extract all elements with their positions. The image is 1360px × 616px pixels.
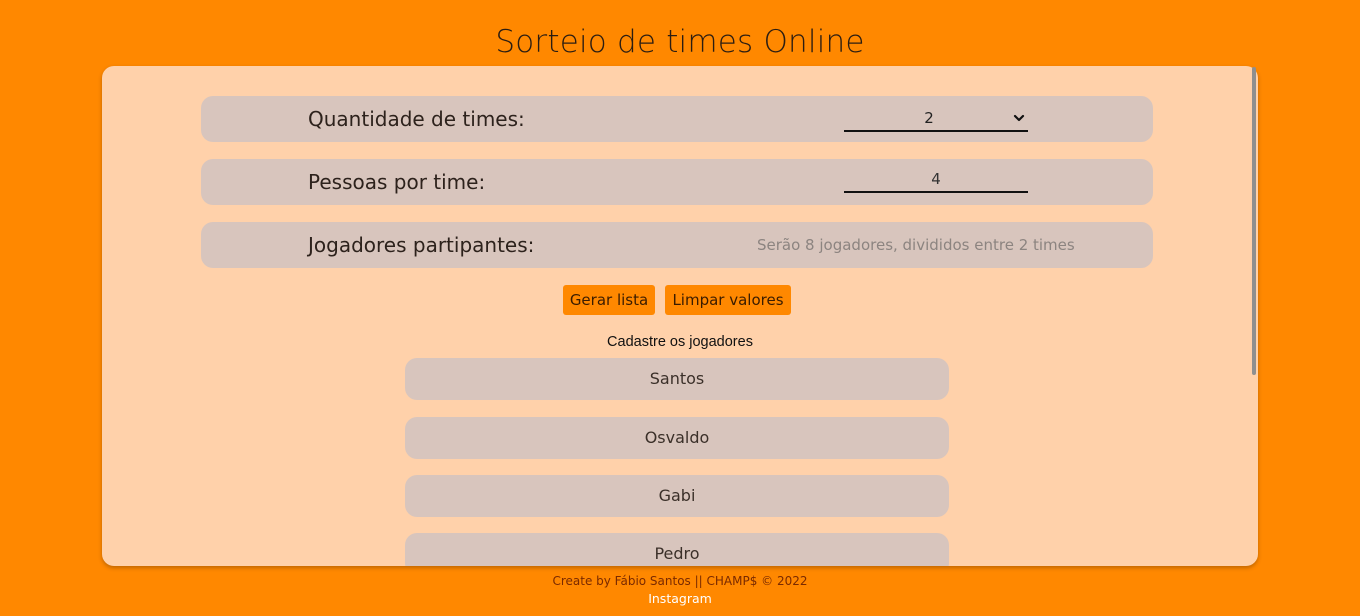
chevron-down-icon — [1013, 114, 1025, 122]
teams-row: Quantidade de times: 2 — [201, 96, 1153, 142]
teams-select-value: 2 — [924, 109, 934, 127]
participants-summary: Serão 8 jogadores, divididos entre 2 tim… — [757, 236, 1075, 254]
teams-select[interactable]: 2 — [844, 106, 1028, 132]
panel-scrollbar[interactable] — [1250, 67, 1258, 565]
teams-label: Quantidade de times: — [308, 107, 525, 131]
instagram-link[interactable]: Instagram — [0, 591, 1360, 606]
player-input[interactable]: Osvaldo — [405, 417, 949, 459]
per-team-row: Pessoas por time: 4 — [201, 159, 1153, 205]
players-heading: Cadastre os jogadores — [607, 334, 753, 350]
generate-list-button[interactable]: Gerar lista — [563, 285, 655, 315]
per-team-label: Pessoas por time: — [308, 170, 486, 194]
participants-label: Jogadores partipantes: — [308, 233, 535, 257]
player-input[interactable]: Santos — [405, 358, 949, 400]
participants-row: Jogadores partipantes: Serão 8 jogadores… — [201, 222, 1153, 268]
footer-credit: Create by Fábio Santos || CHAMP$ © 2022 — [552, 574, 808, 588]
scrollbar-thumb[interactable] — [1252, 67, 1256, 375]
player-input[interactable]: Gabi — [405, 475, 949, 517]
player-input[interactable]: Pedro — [405, 533, 949, 566]
main-panel[interactable]: Quantidade de times: 2 Pessoas por time:… — [102, 66, 1258, 566]
per-team-input[interactable]: 4 — [844, 167, 1028, 193]
page-title: Sorteio de times Online — [495, 24, 865, 60]
clear-values-button[interactable]: Limpar valores — [665, 285, 791, 315]
per-team-value: 4 — [931, 170, 941, 188]
